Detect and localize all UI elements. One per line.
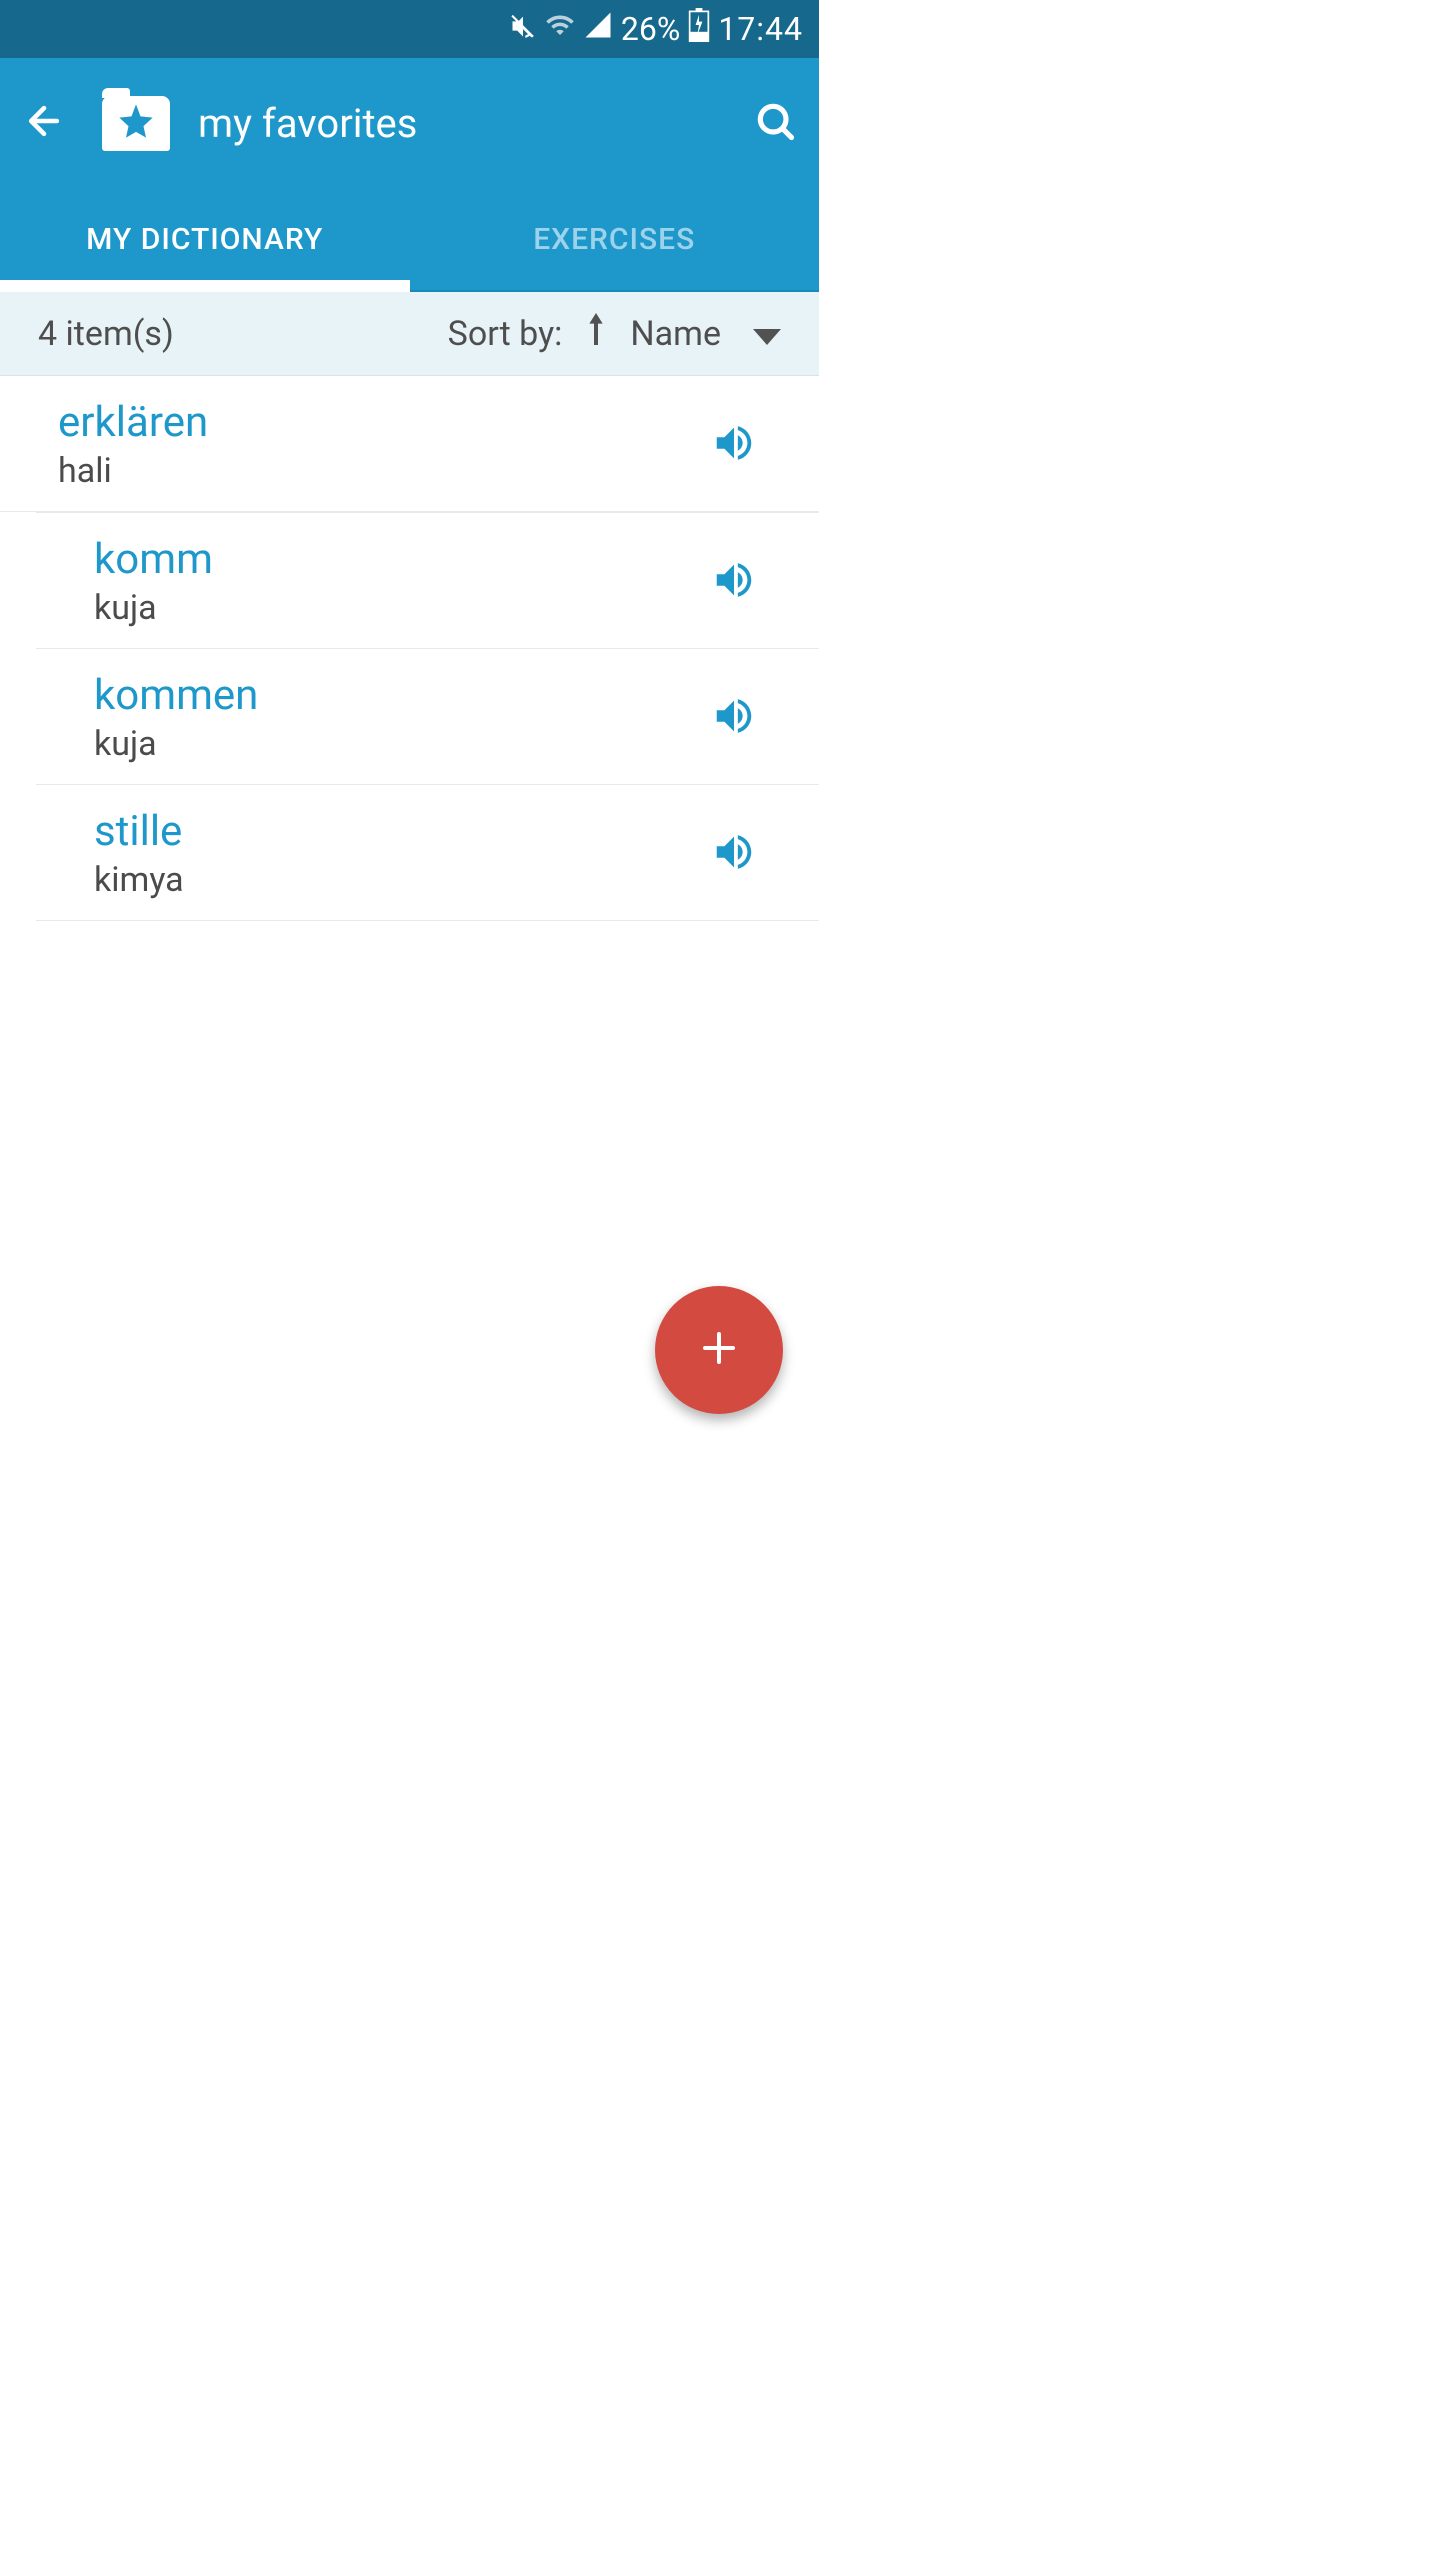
battery-percent: 26% (621, 10, 680, 48)
speaker-icon[interactable] (711, 557, 757, 607)
cell-signal-icon (583, 10, 613, 48)
search-icon[interactable] (753, 99, 797, 147)
list-item[interactable]: kommen kuja (36, 649, 819, 785)
word: stille (94, 807, 184, 856)
status-icons: 26% 17:44 (509, 8, 803, 50)
list-item-text: kommen kuja (94, 671, 258, 764)
sort-bar: 4 item(s) Sort by: Name (0, 292, 819, 376)
list-item[interactable]: komm kuja (36, 513, 819, 649)
tab-label: MY DICTIONARY (86, 222, 323, 257)
chevron-down-icon (753, 314, 781, 354)
translation: kuja (94, 724, 258, 764)
sort-field-dropdown[interactable]: Name (630, 314, 781, 354)
wifi-icon (545, 10, 575, 48)
translation: kuja (94, 588, 213, 628)
list-item-text: erklären hali (58, 398, 208, 491)
word: erklären (58, 398, 208, 447)
list-item-text: stille kimya (94, 807, 184, 900)
translation: kimya (94, 860, 184, 900)
add-button[interactable] (655, 1286, 783, 1414)
sort-field: Name (630, 314, 721, 354)
plus-icon (695, 1324, 743, 1376)
translation: hali (58, 451, 208, 491)
word: kommen (94, 671, 258, 720)
sort-direction-icon (586, 313, 606, 354)
list-item-text: komm kuja (94, 535, 213, 628)
status-bar: 26% 17:44 (0, 0, 819, 58)
tab-label: EXERCISES (533, 222, 695, 257)
battery-charging-icon (688, 8, 710, 50)
clock-time: 17:44 (718, 10, 803, 48)
speaker-icon[interactable] (711, 829, 757, 879)
star-icon (116, 101, 156, 145)
page-title: my favorites (198, 100, 729, 147)
tab-exercises[interactable]: EXERCISES (410, 188, 820, 290)
speaker-icon[interactable] (711, 693, 757, 743)
mute-icon (509, 10, 537, 48)
favorites-list: erklären hali komm kuja kommen kuja stil… (0, 376, 819, 921)
sort-by-label: Sort by: (448, 314, 563, 354)
list-item[interactable]: erklären hali (0, 376, 819, 512)
back-arrow-icon[interactable] (22, 99, 66, 147)
speaker-icon[interactable] (711, 420, 757, 470)
app-bar: my favorites (0, 58, 819, 188)
sort-control[interactable]: Sort by: Name (448, 313, 781, 354)
word: komm (94, 535, 213, 584)
favorites-folder-icon (102, 96, 170, 151)
item-count: 4 item(s) (38, 314, 174, 354)
tab-my-dictionary[interactable]: MY DICTIONARY (0, 188, 410, 290)
list-item[interactable]: stille kimya (36, 785, 819, 921)
tabs: MY DICTIONARY EXERCISES (0, 188, 819, 292)
